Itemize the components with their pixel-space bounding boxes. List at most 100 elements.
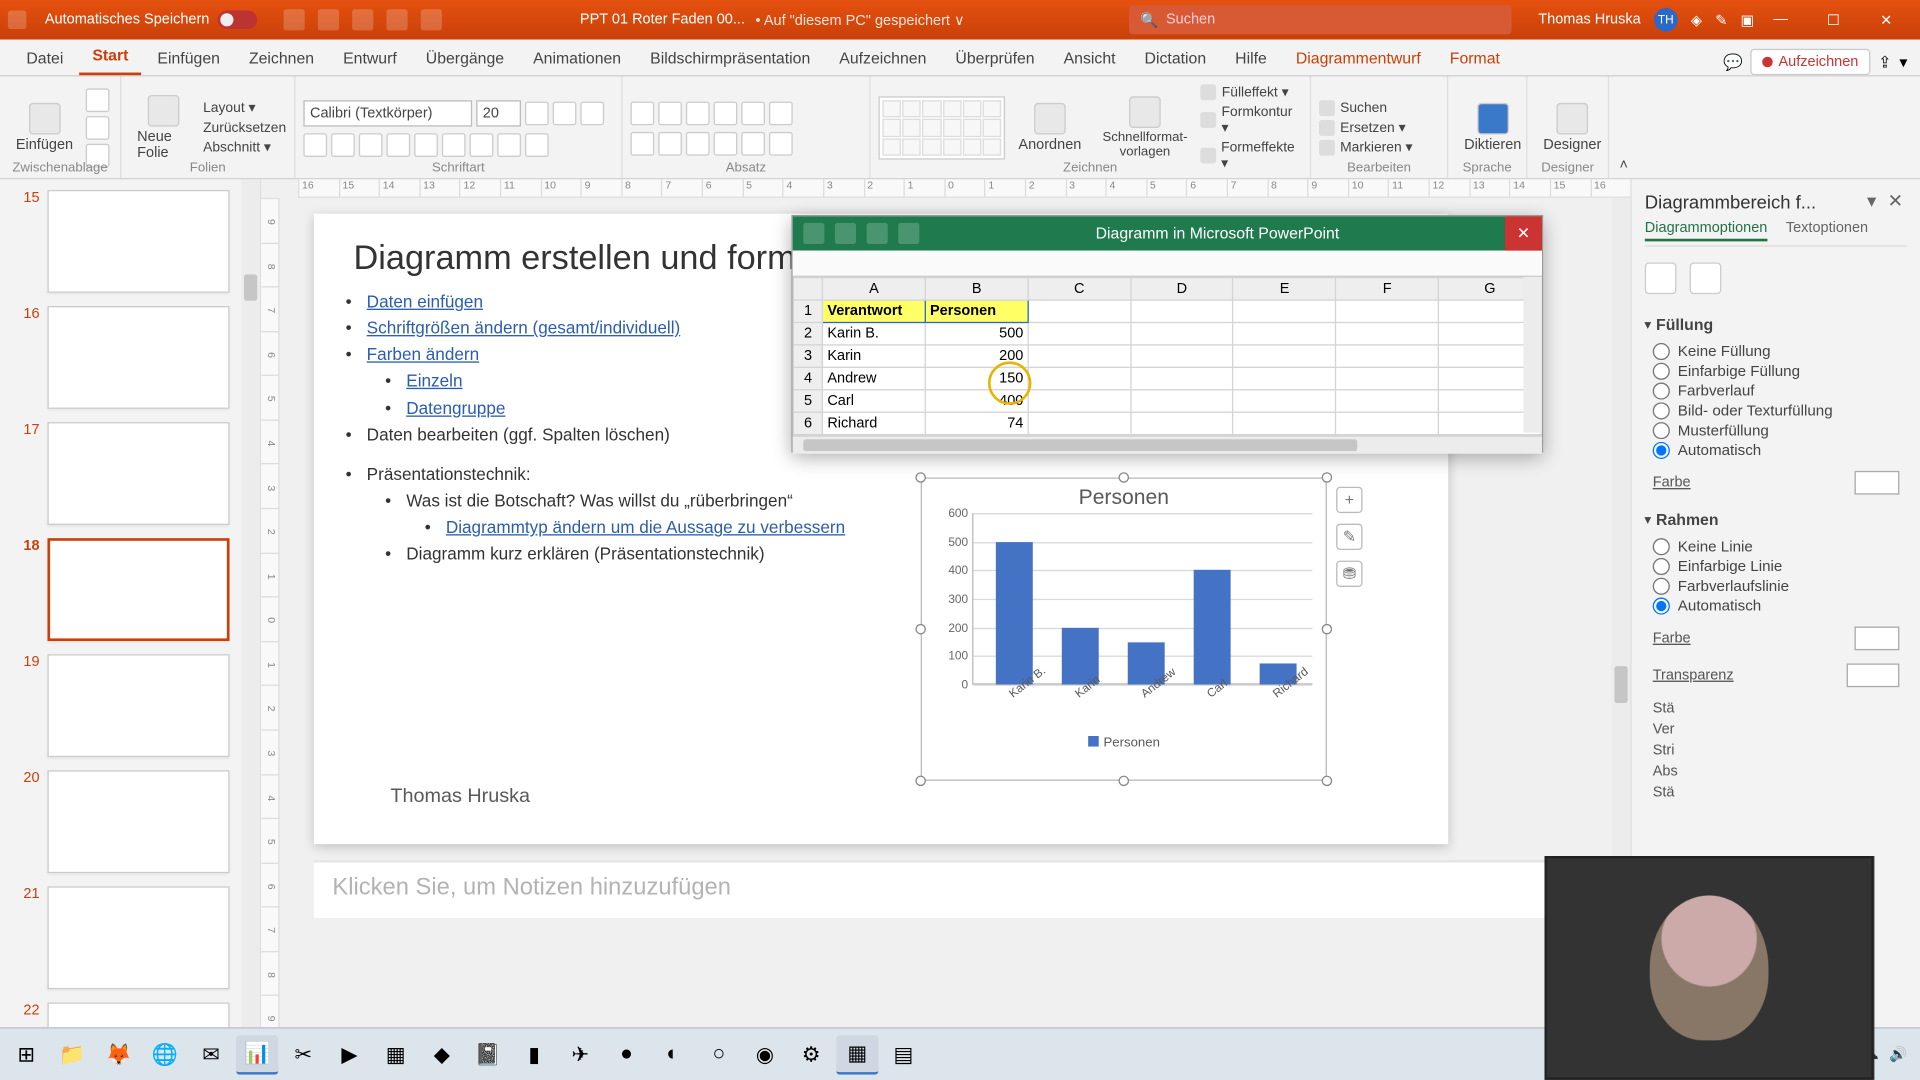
- minimize-button[interactable]: —: [1754, 1, 1807, 38]
- powerpoint-icon[interactable]: 📊: [236, 1034, 278, 1074]
- tab-einfügen[interactable]: Einfügen: [144, 42, 233, 75]
- fill-option[interactable]: Musterfüllung: [1645, 421, 1907, 441]
- undo-icon[interactable]: [318, 9, 339, 30]
- new-slide-button[interactable]: Neue Folie: [129, 92, 198, 163]
- bullet-link[interactable]: Daten einfügen: [367, 291, 483, 311]
- select-button[interactable]: Markieren ▾: [1319, 140, 1412, 156]
- format-tab-text-options[interactable]: Textoptionen: [1786, 220, 1868, 241]
- data-window-close-icon[interactable]: ✕: [1505, 216, 1542, 250]
- telegram-icon[interactable]: ✈: [559, 1034, 601, 1074]
- reset-slide[interactable]: Zurücksetzen: [203, 120, 286, 136]
- onenote-icon[interactable]: 📓: [467, 1034, 509, 1074]
- tab-format[interactable]: Format: [1437, 42, 1514, 75]
- tab-zeichnen[interactable]: Zeichnen: [236, 42, 328, 75]
- linespace-button[interactable]: [741, 101, 765, 125]
- format-pane-dropdown-icon[interactable]: ▾: [1860, 190, 1884, 212]
- bold-button[interactable]: [303, 133, 327, 157]
- align-left-button[interactable]: [630, 131, 654, 155]
- chart-plus-icon[interactable]: +: [1336, 487, 1362, 513]
- align-center-button[interactable]: [658, 131, 682, 155]
- line-color-picker[interactable]: [1855, 627, 1900, 651]
- share-icon[interactable]: ⇪: [1878, 53, 1891, 71]
- tray-volume-icon[interactable]: 🔊: [1889, 1046, 1907, 1063]
- app-icon[interactable]: ○: [698, 1034, 740, 1074]
- chart-legend[interactable]: Personen: [922, 735, 1326, 751]
- selection-handle[interactable]: [915, 624, 926, 635]
- fill-option[interactable]: Keine Linie: [1645, 537, 1907, 557]
- tab-hilfe[interactable]: Hilfe: [1222, 42, 1280, 75]
- shrink-font-button[interactable]: [553, 101, 577, 125]
- record-button[interactable]: Aufzeichnen: [1751, 49, 1870, 75]
- start-button-icon[interactable]: ⊞: [5, 1034, 47, 1074]
- dw-undo-icon[interactable]: [835, 223, 856, 244]
- designer-button[interactable]: Designer: [1535, 100, 1609, 155]
- chart-filter-icon[interactable]: ⛃: [1336, 561, 1362, 587]
- chart-title[interactable]: Personen: [922, 479, 1326, 513]
- indentless-button[interactable]: [686, 101, 710, 125]
- redo-icon[interactable]: [352, 9, 373, 30]
- copy-button[interactable]: [86, 116, 110, 140]
- data-sheet[interactable]: ABCDEFG1VerantwortPersonen2Karin B.5003K…: [793, 277, 1542, 435]
- chrome-icon[interactable]: 🌐: [144, 1034, 186, 1074]
- section-menu[interactable]: Abschnitt ▾: [203, 140, 286, 156]
- sheet-vscroll[interactable]: [1523, 277, 1541, 433]
- line-section-head[interactable]: Rahmen: [1645, 510, 1907, 528]
- slide-thumbnail[interactable]: 20: [16, 770, 249, 873]
- app-icon[interactable]: ◉: [744, 1034, 786, 1074]
- slide-thumbnail[interactable]: 18: [16, 538, 249, 641]
- shape-outline-menu[interactable]: Formkontur ▾: [1201, 104, 1302, 136]
- more-icon[interactable]: ▾: [1899, 53, 1907, 71]
- chart-bar[interactable]: [1194, 570, 1231, 684]
- fill-section-head[interactable]: Füllung: [1645, 315, 1907, 333]
- quickstyles-button[interactable]: Schnellformat- vorlagen: [1095, 94, 1196, 163]
- settings-icon[interactable]: ⚙: [790, 1034, 832, 1074]
- transparency-input[interactable]: [1847, 663, 1900, 687]
- fill-option[interactable]: Farbverlaufslinie: [1645, 576, 1907, 596]
- paste-button[interactable]: Einfügen: [8, 100, 81, 155]
- user-name[interactable]: Thomas Hruska: [1538, 12, 1640, 28]
- selection-handle[interactable]: [1322, 624, 1333, 635]
- dictate-button[interactable]: Diktieren: [1456, 100, 1529, 155]
- app-icon[interactable]: ◐: [652, 1034, 694, 1074]
- collapse-ribbon-icon[interactable]: ˄: [1609, 77, 1638, 179]
- highlight-button[interactable]: [497, 133, 521, 157]
- slideshow-icon[interactable]: [386, 9, 407, 30]
- tab-aufzeichnen[interactable]: Aufzeichnen: [826, 42, 939, 75]
- smartart-button[interactable]: [769, 131, 793, 155]
- tab-ansicht[interactable]: Ansicht: [1050, 42, 1128, 75]
- autosave-switch-icon[interactable]: [217, 11, 257, 29]
- bullet-link[interactable]: Farben ändern: [367, 345, 479, 365]
- bullet-link[interactable]: Schriftgrößen ändern (gesamt/individuell…: [367, 318, 681, 338]
- fill-option[interactable]: Keine Füllung: [1645, 342, 1907, 362]
- slide-thumbnail[interactable]: 21: [16, 886, 249, 989]
- app-icon[interactable]: ▤: [882, 1034, 924, 1074]
- grow-font-button[interactable]: [525, 101, 549, 125]
- search-box[interactable]: 🔍 Suchen: [1129, 5, 1512, 34]
- app-icon[interactable]: ▮: [513, 1034, 555, 1074]
- tab-übergänge[interactable]: Übergänge: [413, 42, 518, 75]
- find-button[interactable]: Suchen: [1319, 100, 1412, 116]
- strike-button[interactable]: [386, 133, 410, 157]
- fill-option[interactable]: Bild- oder Texturfüllung: [1645, 401, 1907, 421]
- bullet-link[interactable]: Datengruppe: [406, 398, 505, 418]
- numbering-button[interactable]: [658, 101, 682, 125]
- user-avatar[interactable]: TH: [1654, 8, 1678, 32]
- explorer-icon[interactable]: 📁: [51, 1034, 93, 1074]
- outlook-icon[interactable]: ✉: [190, 1034, 232, 1074]
- chart-plot-area[interactable]: 6005004003002001000: [972, 513, 1312, 684]
- firefox-icon[interactable]: 🦊: [98, 1034, 140, 1074]
- font-name-combo[interactable]: Calibri (Textkörper): [303, 100, 472, 126]
- fill-color-picker[interactable]: [1855, 471, 1900, 495]
- chart-bar[interactable]: [996, 542, 1033, 685]
- effects-tab-icon[interactable]: [1690, 262, 1722, 294]
- tab-datei[interactable]: Datei: [13, 42, 76, 75]
- app-icon[interactable]: ●: [605, 1034, 647, 1074]
- clear-format-button[interactable]: [580, 101, 604, 125]
- dw-grid-icon[interactable]: [898, 223, 919, 244]
- font-size-combo[interactable]: 20: [476, 100, 521, 126]
- close-button[interactable]: ✕: [1860, 1, 1913, 38]
- tab-dictation[interactable]: Dictation: [1131, 42, 1219, 75]
- font-color-button[interactable]: [525, 133, 549, 157]
- save-icon[interactable]: [283, 9, 304, 30]
- indentmore-button[interactable]: [714, 101, 738, 125]
